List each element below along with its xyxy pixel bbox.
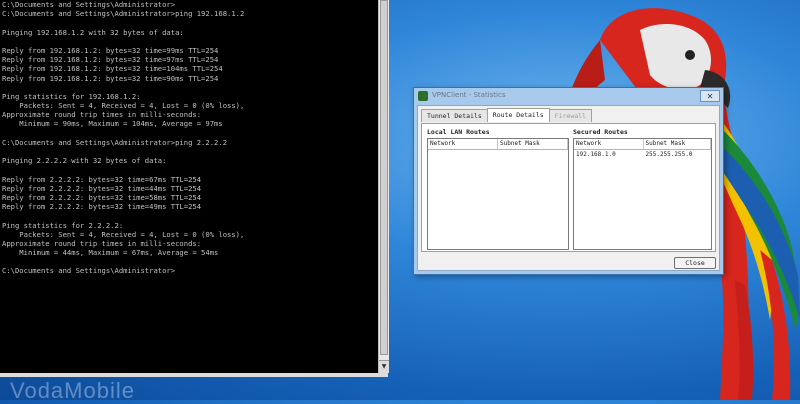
local-lan-routes-label: Local LAN Routes — [427, 128, 490, 136]
console-line: Packets: Sent = 4, Received = 4, Lost = … — [2, 101, 245, 111]
console-line: Reply from 192.168.1.2: bytes=32 time=97… — [2, 55, 219, 65]
tab-strip: Tunnel Details Route Details Firewall — [421, 108, 592, 123]
route-details-panel: Local LAN Routes Network Subnet Mask Sec… — [421, 123, 716, 252]
console-line: Ping statistics for 2.2.2.2: — [2, 220, 124, 230]
command-prompt-console[interactable]: C:\Documents and Settings\Administrator>… — [0, 0, 378, 373]
console-line: Reply from 192.168.1.2: bytes=32 time=99… — [2, 45, 219, 55]
column-header-network[interactable]: Network — [428, 139, 498, 149]
console-line: Reply from 2.2.2.2: bytes=32 time=44ms T… — [2, 183, 202, 193]
scroll-down-arrow-icon[interactable]: ▼ — [379, 360, 389, 373]
console-line: Reply from 192.168.1.2: bytes=32 time=10… — [2, 64, 223, 74]
column-header-subnet-mask[interactable]: Subnet Mask — [498, 139, 568, 149]
dialog-title: VPNClient - Statistics — [432, 91, 506, 99]
console-line: Reply from 2.2.2.2: bytes=32 time=58ms T… — [2, 192, 202, 202]
console-line: Reply from 2.2.2.2: bytes=32 time=49ms T… — [2, 202, 202, 212]
table-row[interactable]: 192.168.1.0 255.255.255.0 — [574, 150, 711, 159]
tab-firewall[interactable]: Firewall — [548, 109, 592, 122]
route-network-cell: 192.168.1.0 — [576, 151, 616, 158]
console-line: Approximate round trip times in milli-se… — [2, 110, 202, 120]
console-line: C:\Documents and Settings\Administrator> — [2, 0, 176, 9]
console-line: Packets: Sent = 4, Received = 4, Lost = … — [2, 229, 245, 239]
console-scrollbar[interactable]: ▼ — [378, 0, 389, 373]
desktop-watermark: VodaMobile — [10, 378, 135, 403]
dialog-titlebar[interactable]: VPNClient - Statistics ✕ — [414, 88, 723, 104]
console-line: Minimum = 44ms, Maximum = 67ms, Average … — [2, 248, 219, 258]
column-header-subnet-mask[interactable]: Subnet Mask — [644, 139, 711, 149]
console-line: Reply from 192.168.1.2: bytes=32 time=90… — [2, 73, 219, 83]
tab-route-details[interactable]: Route Details — [486, 108, 550, 122]
local-lan-routes-list[interactable]: Network Subnet Mask — [427, 138, 569, 250]
console-line: Minimum = 90ms, Maximum = 104ms, Average… — [2, 119, 223, 129]
secured-routes-label: Secured Routes — [573, 128, 628, 136]
console-line: Pinging 192.168.1.2 with 32 bytes of dat… — [2, 27, 184, 37]
console-line: Approximate round trip times in milli-se… — [2, 238, 202, 248]
console-line: C:\Documents and Settings\Administrator>… — [2, 9, 245, 19]
close-button[interactable]: Close — [674, 257, 716, 269]
console-line: Pinging 2.2.2.2 with 32 bytes of data: — [2, 156, 167, 166]
console-bottom-border — [0, 373, 388, 377]
statistics-dialog: VPNClient - Statistics ✕ Tunnel Details … — [413, 87, 724, 275]
list-header: Network Subnet Mask — [574, 139, 711, 150]
secured-routes-list[interactable]: Network Subnet Mask 192.168.1.0 255.255.… — [573, 138, 712, 250]
console-scrollbar-thumb[interactable] — [380, 0, 388, 355]
close-window-button[interactable]: ✕ — [700, 90, 720, 102]
dialog-client-area: Tunnel Details Route Details Firewall Lo… — [417, 105, 720, 271]
console-line: Ping statistics for 192.168.1.2: — [2, 91, 141, 101]
route-subnet-mask-cell: 255.255.255.0 — [645, 151, 693, 158]
list-header: Network Subnet Mask — [428, 139, 568, 150]
console-line: C:\Documents and Settings\Administrator>… — [2, 137, 228, 147]
tab-tunnel-details[interactable]: Tunnel Details — [421, 109, 488, 122]
column-header-network[interactable]: Network — [574, 139, 644, 149]
app-icon — [418, 91, 428, 101]
console-line: C:\Documents and Settings\Administrator> — [2, 266, 176, 276]
console-line: Reply from 2.2.2.2: bytes=32 time=67ms T… — [2, 174, 202, 184]
